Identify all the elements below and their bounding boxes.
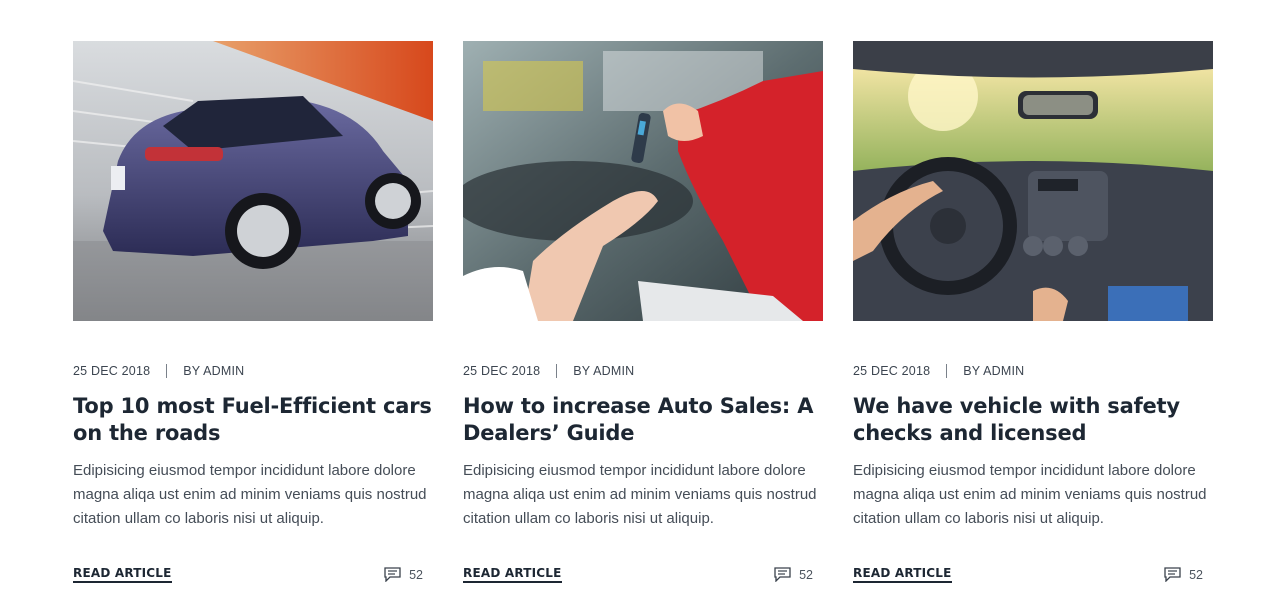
comment-count-value: 52: [1189, 567, 1203, 582]
car-key-handover-image: [463, 41, 823, 321]
meta-divider: [946, 364, 948, 378]
post-meta: 25 DEC 2018 BY ADMIN: [463, 364, 634, 378]
meta-divider: [556, 364, 558, 378]
comment-icon: [1164, 567, 1181, 582]
comment-count-value: 52: [409, 567, 423, 582]
read-article-link[interactable]: READ ARTICLE: [463, 566, 562, 583]
post-title[interactable]: How to increase Auto Sales: A Dealers’ G…: [463, 393, 823, 447]
car-interior-image: [853, 41, 1213, 321]
comment-icon: [384, 567, 401, 582]
meta-divider: [166, 364, 168, 378]
post-title[interactable]: We have vehicle with safety checks and l…: [853, 393, 1213, 447]
blog-card-2: 25 DEC 2018 BY ADMIN How to increase Aut…: [463, 41, 823, 601]
post-date: 25 DEC 2018: [853, 364, 931, 378]
post-thumbnail-3[interactable]: [853, 41, 1213, 321]
post-thumbnail-2[interactable]: [463, 41, 823, 321]
comment-count[interactable]: 52: [774, 567, 813, 582]
post-footer: READ ARTICLE 52: [463, 566, 813, 583]
post-footer: READ ARTICLE 52: [853, 566, 1203, 583]
blog-card-1: 25 DEC 2018 BY ADMIN Top 10 most Fuel-Ef…: [73, 41, 433, 601]
read-article-link[interactable]: READ ARTICLE: [853, 566, 952, 583]
post-date: 25 DEC 2018: [463, 364, 541, 378]
post-excerpt: Edipisicing eiusmod tempor incididunt la…: [463, 462, 817, 527]
comment-count-value: 52: [799, 567, 813, 582]
comment-count[interactable]: 52: [384, 567, 423, 582]
post-excerpt: Edipisicing eiusmod tempor incididunt la…: [73, 462, 427, 527]
comment-count[interactable]: 52: [1164, 567, 1203, 582]
post-author[interactable]: BY ADMIN: [573, 364, 634, 378]
post-title[interactable]: Top 10 most Fuel-Efficient cars on the r…: [73, 393, 433, 447]
post-author[interactable]: BY ADMIN: [183, 364, 244, 378]
blog-grid: 25 DEC 2018 BY ADMIN Top 10 most Fuel-Ef…: [73, 41, 1213, 601]
post-meta: 25 DEC 2018 BY ADMIN: [73, 364, 244, 378]
read-article-link[interactable]: READ ARTICLE: [73, 566, 172, 583]
post-excerpt: Edipisicing eiusmod tempor incididunt la…: [853, 462, 1207, 527]
post-meta: 25 DEC 2018 BY ADMIN: [853, 364, 1024, 378]
post-thumbnail-1[interactable]: [73, 41, 433, 321]
blog-card-3: 25 DEC 2018 BY ADMIN We have vehicle wit…: [853, 41, 1213, 601]
post-author[interactable]: BY ADMIN: [963, 364, 1024, 378]
post-footer: READ ARTICLE 52: [73, 566, 423, 583]
purple-suv-image: [73, 41, 433, 321]
comment-icon: [774, 567, 791, 582]
post-date: 25 DEC 2018: [73, 364, 151, 378]
